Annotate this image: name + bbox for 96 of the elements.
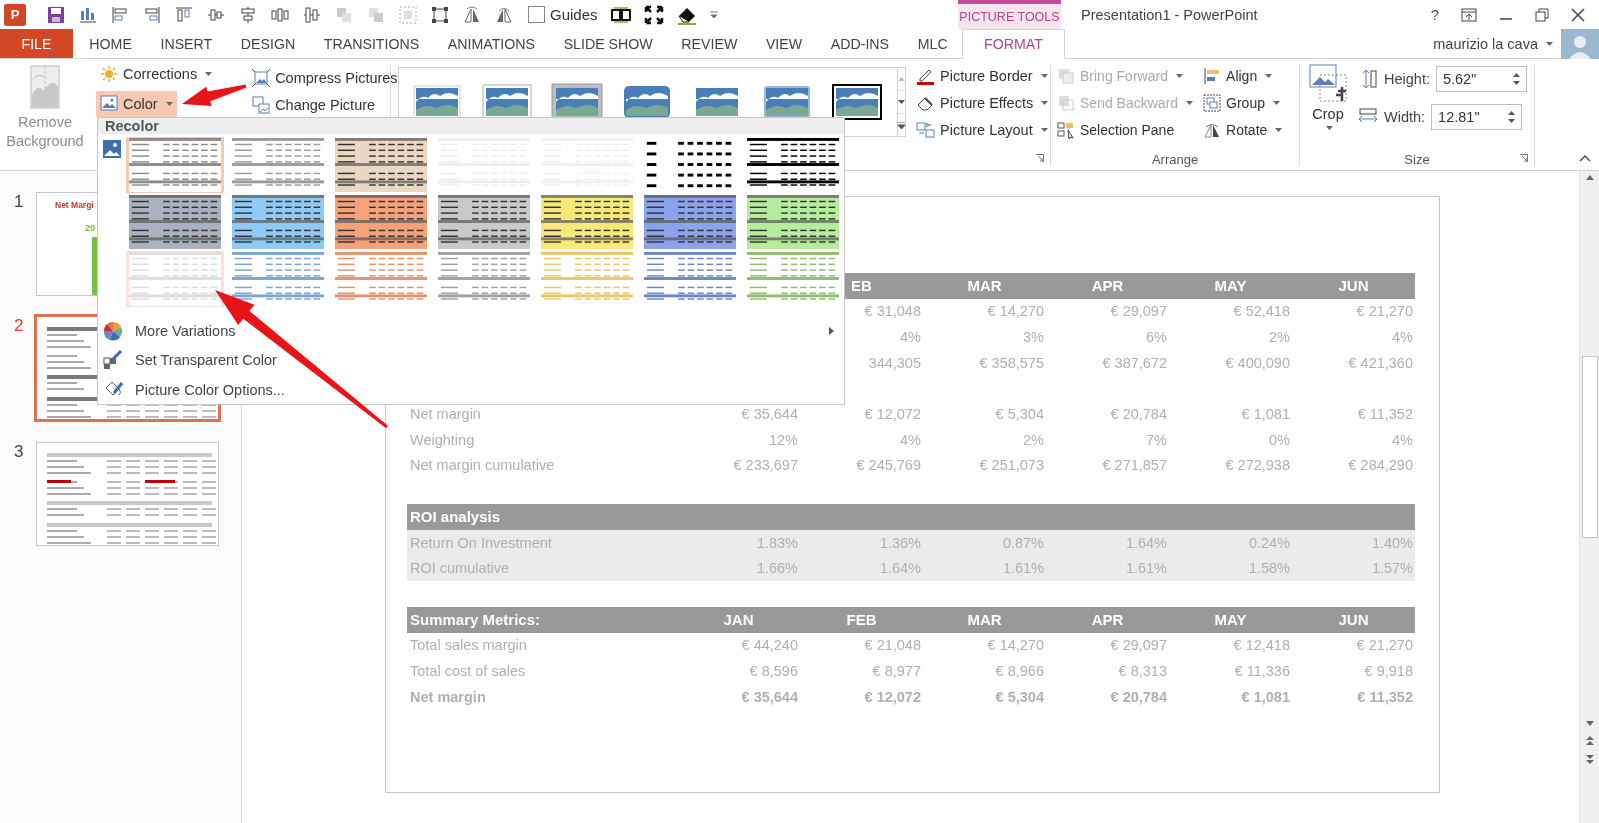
column-header: MAR xyxy=(967,611,1002,629)
table-cell: 12% xyxy=(768,431,798,448)
table-cell: 1.57% xyxy=(1371,560,1413,577)
column-header: MAY xyxy=(1214,277,1247,295)
table-cell: € 52,418 xyxy=(1233,303,1290,320)
table-cell: € 8,596 xyxy=(749,662,798,679)
table-cell: € 251,073 xyxy=(979,457,1044,474)
table-cell: 1.61% xyxy=(1125,560,1167,577)
table-cell: € 35,644 xyxy=(741,406,798,423)
table-cell: € 12,418 xyxy=(1233,637,1290,654)
table-cell: 1.83% xyxy=(756,534,798,551)
row-label: Net margin xyxy=(410,406,481,423)
table-cell: € 29,097 xyxy=(1110,637,1167,654)
table-cell: € 1,081 xyxy=(1241,406,1290,423)
table-cell: € 400,090 xyxy=(1225,354,1290,371)
table-cell: 4% xyxy=(900,431,921,448)
table-cell: € 271,857 xyxy=(1102,457,1167,474)
table-cell: € 29,097 xyxy=(1110,303,1167,320)
table-cell: € 20,784 xyxy=(1110,406,1167,423)
table-cell: 1.64% xyxy=(1125,534,1167,551)
row-label: Total sales margin xyxy=(410,637,527,654)
table-cell: € 5,304 xyxy=(995,406,1044,423)
table-cell: € 31,048 xyxy=(864,303,921,320)
field-label: Width: xyxy=(1384,109,1426,125)
slide-number: 1 xyxy=(14,192,25,213)
table-cell: 0% xyxy=(1269,431,1290,448)
section-header: Summary Metrics: xyxy=(410,611,541,629)
column-header: MAR xyxy=(967,277,1002,295)
table-cell: € 8,313 xyxy=(1118,662,1167,679)
column-header: EB xyxy=(851,277,872,295)
column-header: MAY xyxy=(1214,611,1247,629)
table-cell: 1.66% xyxy=(756,560,798,577)
table-cell: € 12,072 xyxy=(864,688,921,705)
group-label: Size xyxy=(1404,151,1430,167)
table-cell: 4% xyxy=(900,329,921,345)
table-cell: 3% xyxy=(1023,329,1044,345)
table-cell: € 14,270 xyxy=(987,637,1044,654)
window-title: Presentation1 - PowerPoint xyxy=(1081,6,1259,23)
row-label: Return On Investment xyxy=(410,534,552,551)
row-label: Net margin xyxy=(410,688,486,705)
table-cell: € 12,072 xyxy=(864,406,921,423)
table-cell: € 1,081 xyxy=(1241,688,1290,705)
column-header: JUN xyxy=(1338,611,1369,629)
table-cell: € 5,304 xyxy=(995,688,1044,705)
table-cell: € 421,360 xyxy=(1348,354,1413,371)
row-label: Weighting xyxy=(410,431,475,448)
column-header: APR xyxy=(1091,611,1124,629)
table-cell: € 245,769 xyxy=(856,457,921,474)
table-cell: € 387,672 xyxy=(1102,354,1167,371)
table-cell: 1.58% xyxy=(1248,560,1290,577)
table-cell: € 35,644 xyxy=(741,688,798,705)
thumbnail-title: Net Margi xyxy=(55,200,94,210)
table-cell: € 272,938 xyxy=(1225,457,1290,474)
table-cell: € 11,336 xyxy=(1234,662,1290,679)
table-cell: € 11,352 xyxy=(1357,406,1413,423)
table-cell: € 8,966 xyxy=(995,662,1044,679)
table-cell: € 233,697 xyxy=(733,457,798,474)
column-header: JAN xyxy=(723,611,754,629)
table-cell: € 8,977 xyxy=(872,662,921,679)
table-cell: € 9,918 xyxy=(1364,662,1413,679)
table-cell: 4% xyxy=(1392,329,1413,345)
slide-number: 3 xyxy=(14,442,25,463)
table-cell: 0.87% xyxy=(1002,534,1044,551)
table-cell: 1.36% xyxy=(879,534,921,551)
table-cell: 2% xyxy=(1269,329,1290,345)
group-label: Arrange xyxy=(1151,151,1199,167)
menu-header: Recolor xyxy=(98,118,844,134)
contextual-tab-label: PICTURE TOOLS xyxy=(958,0,1061,29)
thumbnail-value: 20 xyxy=(85,223,95,233)
table-cell: € 14,270 xyxy=(987,303,1044,320)
table-cell: 7% xyxy=(1146,431,1167,448)
column-header: FEB xyxy=(846,611,877,629)
table-cell: € 21,270 xyxy=(1356,303,1413,320)
table-cell: 1.61% xyxy=(1002,560,1044,577)
table-cell: 2% xyxy=(1023,431,1044,448)
slide-number: 2 xyxy=(14,316,25,337)
column-header: APR xyxy=(1091,277,1124,295)
table-cell: € 11,352 xyxy=(1357,688,1413,705)
section-header: ROI analysis xyxy=(410,508,501,526)
table-cell: € 21,048 xyxy=(864,637,921,654)
column-header: JUN xyxy=(1338,277,1369,295)
table-cell: € 284,290 xyxy=(1348,457,1413,474)
row-label: Total cost of sales xyxy=(410,662,526,679)
table-cell: 6% xyxy=(1146,329,1167,345)
table-cell: € 358,575 xyxy=(979,354,1044,371)
table-cell: 1.40% xyxy=(1371,534,1413,551)
table-cell: € 44,240 xyxy=(741,637,798,654)
table-cell: 4% xyxy=(1392,431,1413,448)
table-cell: € 21,270 xyxy=(1356,637,1413,654)
row-label: ROI cumulative xyxy=(410,560,510,577)
table-cell: € 20,784 xyxy=(1110,688,1167,705)
row-label: Net margin cumulative xyxy=(410,457,555,474)
field-label: Height: xyxy=(1384,71,1430,87)
table-cell: 1.64% xyxy=(879,560,921,577)
table-cell: 0.24% xyxy=(1248,534,1290,551)
table-cell: 344,305 xyxy=(868,354,921,371)
